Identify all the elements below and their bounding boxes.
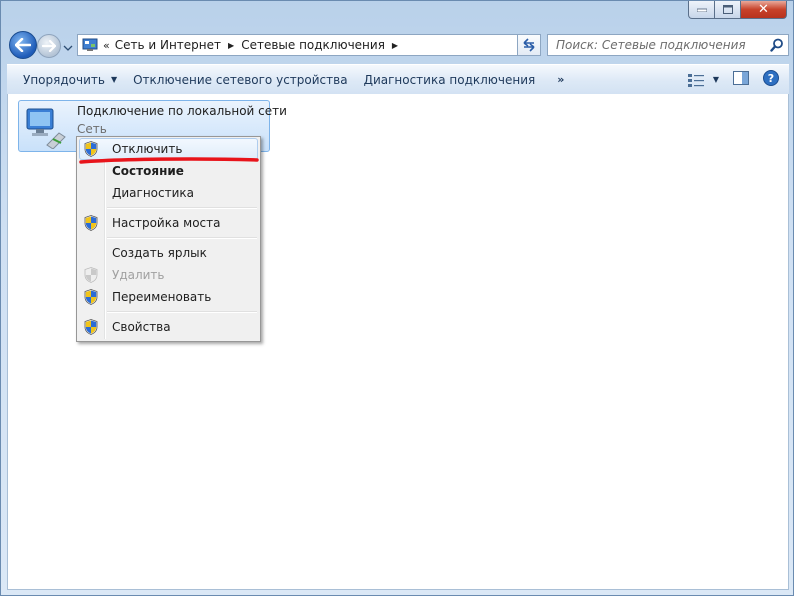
search-icon[interactable] — [768, 36, 786, 54]
chevron-down-icon — [63, 45, 73, 51]
connection-name: Подключение по локальной сети — [77, 104, 287, 118]
menu-item-label: Свойства — [112, 320, 171, 334]
change-view-button[interactable]: ▼ — [687, 73, 719, 87]
caption-buttons: ✕ — [688, 1, 787, 19]
menu-item-delete: Удалить — [79, 264, 258, 286]
minimize-icon — [696, 8, 707, 12]
shield-icon — [79, 266, 103, 284]
menu-item-label: Переименовать — [112, 290, 212, 304]
back-arrow-icon — [15, 38, 31, 52]
command-bar: Упорядочить ▼ Отключение сетевого устрой… — [7, 64, 789, 95]
command-bar-right: ▼ ? — [687, 65, 789, 94]
minimize-button[interactable] — [688, 1, 715, 19]
svg-text:?: ? — [768, 72, 774, 85]
menu-item-rename[interactable]: Переименовать — [79, 286, 258, 308]
forward-arrow-icon — [42, 40, 56, 52]
menu-separator — [107, 207, 257, 209]
connection-network: Сеть — [77, 122, 107, 136]
red-annotation-underline — [79, 157, 259, 164]
search-box[interactable] — [547, 34, 789, 56]
menu-separator — [107, 237, 257, 239]
organize-menu-button[interactable]: Упорядочить ▼ — [15, 69, 125, 91]
maximize-button[interactable] — [715, 1, 741, 19]
menu-separator — [107, 311, 257, 313]
organize-label: Упорядочить — [23, 72, 105, 87]
help-button[interactable]: ? — [763, 70, 779, 89]
refresh-icon — [523, 38, 535, 52]
refresh-button[interactable] — [517, 34, 541, 56]
menu-item-label: Настройка моста — [112, 216, 221, 230]
back-button[interactable] — [9, 31, 37, 59]
forward-button[interactable] — [37, 34, 61, 58]
close-button[interactable]: ✕ — [741, 1, 787, 19]
network-adapter-icon — [23, 105, 71, 150]
file-list-blank — [276, 94, 532, 352]
shield-icon — [79, 288, 103, 306]
menu-item-properties[interactable]: Свойства — [79, 316, 258, 338]
diagnose-label: Диагностика подключения — [363, 72, 536, 87]
menu-item-label: Создать ярлык — [112, 246, 207, 260]
menu-item-label: Диагностика — [112, 186, 195, 200]
view-details-icon — [687, 73, 704, 87]
disable-device-label: Отключение сетевого устройства — [133, 72, 348, 87]
breadcrumb-arrow-icon[interactable]: ▶ — [228, 41, 234, 50]
more-commands-button[interactable]: » — [543, 69, 572, 91]
menu-item-create-shortcut[interactable]: Создать ярлык — [79, 242, 258, 264]
control-panel-icon — [81, 37, 99, 53]
menu-item-diagnostics[interactable]: Диагностика — [79, 182, 258, 204]
menu-item-bridge[interactable]: Настройка моста — [79, 212, 258, 234]
disable-device-button[interactable]: Отключение сетевого устройства — [125, 69, 355, 91]
recent-pages-button[interactable] — [63, 41, 73, 51]
address-overflow-chevron[interactable]: « — [103, 39, 110, 52]
views-dropdown-icon: ▼ — [712, 75, 719, 84]
search-input[interactable] — [554, 35, 768, 55]
breadcrumb-network-internet[interactable]: Сеть и Интернет — [115, 38, 221, 52]
more-commands-chevron: » — [557, 73, 565, 86]
shield-icon — [79, 214, 103, 232]
menu-item-label: Отключить — [112, 142, 183, 156]
shield-icon — [79, 318, 103, 336]
breadcrumb-arrow-icon[interactable]: ▶ — [392, 41, 398, 50]
breadcrumb-network-connections[interactable]: Сетевые подключения — [241, 38, 385, 52]
preview-pane-button[interactable] — [733, 71, 749, 88]
address-bar[interactable]: « Сеть и Интернет ▶ Сетевые подключения … — [77, 34, 541, 56]
close-icon: ✕ — [758, 2, 769, 17]
explorer-window: ✕ « Сеть и Интернет ▶ Сетевые подключени… — [0, 0, 794, 596]
menu-item-label: Удалить — [112, 268, 165, 282]
maximize-icon — [722, 5, 733, 14]
dropdown-arrow-icon: ▼ — [110, 75, 118, 84]
navigation-row: « Сеть и Интернет ▶ Сетевые подключения … — [7, 31, 789, 59]
diagnose-connection-button[interactable]: Диагностика подключения — [356, 69, 544, 91]
preview-pane-icon — [733, 71, 749, 85]
help-icon: ? — [763, 70, 779, 86]
